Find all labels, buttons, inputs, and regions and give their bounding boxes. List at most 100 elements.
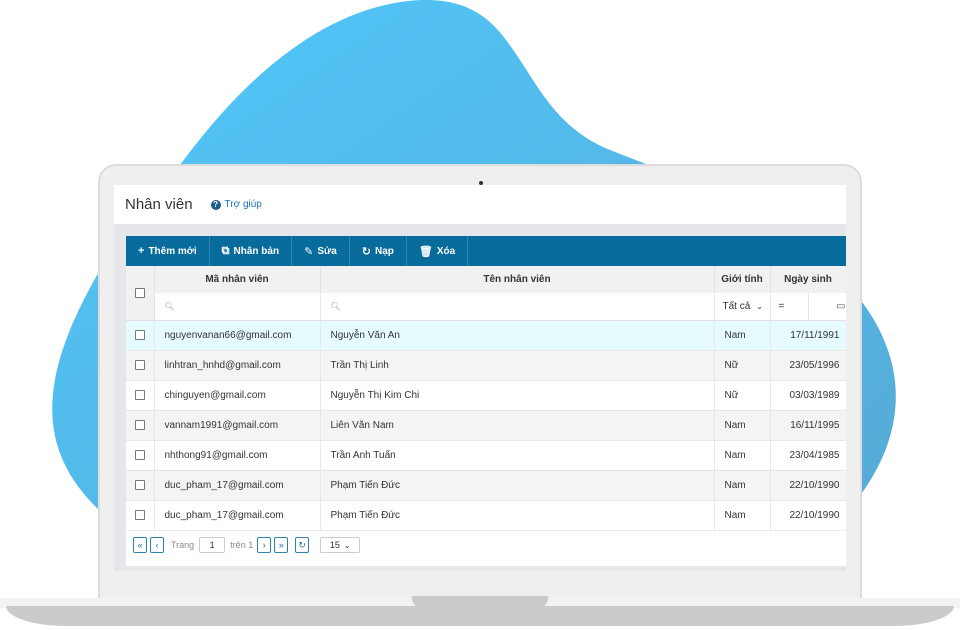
cell-name: Phạm Tiến Đức — [320, 500, 715, 531]
select-all-checkbox[interactable] — [134, 287, 145, 298]
page-size-value: 15 — [329, 540, 340, 550]
cell-name: Phạm Tiến Đức — [320, 470, 715, 501]
column-header-gender[interactable]: Giới tính — [714, 266, 771, 293]
page-total: trên 1 — [230, 540, 254, 550]
table-row[interactable]: vannam1991@gmail.com Liên Văn Nam Nam 16/11… — [126, 410, 846, 441]
page-title: Nhân viên — [125, 196, 193, 213]
app-screen: Nhân viên ? Trợ giúp + Thêm mới ⧉ Nhân b… — [114, 185, 846, 571]
code-filter[interactable]: 🔍︎ — [154, 293, 321, 321]
reload-label: Nạp — [375, 245, 394, 257]
page-size-select[interactable]: 15 ⌄ — [320, 537, 361, 553]
delete-button[interactable]: 🗑 Xóa — [407, 236, 469, 266]
calendar-icon[interactable]: ▭ — [836, 301, 845, 312]
row-checkbox-cell — [126, 320, 155, 351]
duplicate-label: Nhân bản — [233, 245, 280, 257]
refresh-button[interactable]: ↻ — [295, 537, 310, 553]
cell-dob: 16/11/1995 — [770, 410, 846, 441]
trash-icon: 🗑 — [418, 245, 433, 258]
duplicate-button[interactable]: ⧉ Nhân bản — [210, 236, 293, 266]
pencil-icon: ✎ — [304, 245, 314, 258]
row-checkbox-cell — [126, 380, 155, 411]
row-checkbox[interactable] — [134, 510, 145, 521]
employee-panel: + Thêm mới ⧉ Nhân bản ✎ Sửa ↻ Nạp 🗑 Xóa — [126, 236, 846, 566]
table-row[interactable]: chinguyen@gmail.com Nguyễn Thị Kim Chi Nữ 0… — [126, 380, 846, 411]
employee-grid: Mã nhân viên Tên nhân viên Giới tính Ngà… — [126, 266, 846, 531]
date-operator[interactable]: = — [779, 293, 809, 320]
help-label: Trợ giúp — [224, 199, 262, 210]
table-row[interactable]: linhtran_hnhd@gmail.com Trần Thị Linh Nữ 23… — [126, 350, 846, 381]
cell-dob: 23/05/1996 — [770, 350, 846, 381]
row-checkbox[interactable] — [134, 450, 145, 461]
pager: « ‹ Trang 1 trên 1 › » ↻ 15 ⌄ — [126, 530, 846, 560]
search-icon: 🔍︎ — [330, 302, 341, 311]
page-input[interactable]: 1 — [199, 537, 226, 553]
row-checkbox-cell — [126, 470, 155, 501]
cell-code: nguyenvanan66@gmail.com — [154, 320, 321, 351]
cell-dob: 23/04/1985 — [770, 440, 846, 471]
cell-gender: Nữ — [714, 380, 771, 411]
refresh-icon: ↻ — [361, 245, 372, 258]
cell-gender: Nam — [714, 470, 771, 501]
row-checkbox[interactable] — [134, 390, 145, 401]
row-checkbox[interactable] — [134, 330, 145, 341]
row-checkbox-cell — [126, 350, 155, 381]
table-row[interactable]: nguyenvanan66@gmail.com Nguyễn Văn An Nam 1… — [126, 320, 846, 351]
page-label: Trang — [171, 540, 195, 550]
row-checkbox[interactable] — [134, 360, 145, 371]
cell-code: nhthong91@gmail.com — [154, 440, 321, 471]
last-page-button[interactable]: » — [274, 537, 289, 553]
cell-dob: 22/10/1990 — [770, 500, 846, 531]
cell-code: chinguyen@gmail.com — [154, 380, 321, 411]
table-row[interactable]: duc_pham_17@gmail.com Phạm Tiến Đức Nam 22/… — [126, 470, 846, 501]
chevron-down-icon: ⌄ — [756, 302, 763, 311]
row-checkbox-cell — [126, 410, 155, 441]
cell-name: Liên Văn Nam — [320, 410, 715, 441]
row-checkbox[interactable] — [134, 420, 145, 431]
select-all-cell — [126, 266, 155, 321]
row-checkbox-cell — [126, 440, 155, 471]
cell-name: Trần Anh Tuấn — [320, 440, 715, 471]
cell-gender: Nam — [714, 500, 771, 531]
row-checkbox-cell — [126, 500, 155, 531]
reload-button[interactable]: ↻ Nạp — [350, 236, 407, 266]
column-header-name[interactable]: Tên nhân viên — [320, 266, 715, 293]
cell-gender: Nữ — [714, 350, 771, 381]
column-header-code[interactable]: Mã nhân viên — [154, 266, 321, 293]
cell-gender: Nam — [714, 320, 771, 351]
next-page-button[interactable]: › — [257, 537, 272, 553]
copy-icon: ⧉ — [221, 244, 230, 257]
table-row[interactable]: nhthong91@gmail.com Trần Anh Tuấn Nam 23/04… — [126, 440, 846, 471]
chevron-down-icon: ⌄ — [343, 540, 351, 550]
search-icon: 🔍︎ — [164, 302, 175, 311]
delete-label: Xóa — [436, 245, 456, 257]
column-header-dob[interactable]: Ngày sinh — [770, 266, 846, 293]
cell-dob: 22/10/1990 — [770, 470, 846, 501]
gender-filter-value: Tất cả — [722, 301, 751, 312]
help-link[interactable]: ? Trợ giúp — [210, 199, 262, 210]
cell-dob: 03/03/1989 — [770, 380, 846, 411]
cell-gender: Nam — [714, 410, 771, 441]
add-button[interactable]: + Thêm mới — [126, 236, 210, 266]
gender-filter[interactable]: Tất cả ⌄ — [714, 293, 771, 321]
add-label: Thêm mới — [148, 245, 197, 257]
name-filter[interactable]: 🔍︎ — [320, 293, 715, 321]
cell-code: linhtran_hnhd@gmail.com — [154, 350, 321, 381]
cell-code: duc_pham_17@gmail.com — [154, 470, 321, 501]
row-checkbox[interactable] — [134, 480, 145, 491]
dob-filter[interactable]: = ▭ — [770, 293, 846, 321]
cell-code: vannam1991@gmail.com — [154, 410, 321, 441]
table-row[interactable]: duc_pham_17@gmail.com Phạm Tiến Đức Nam 22/… — [126, 500, 846, 531]
question-circle-icon: ? — [210, 199, 221, 210]
cell-name: Nguyễn Văn An — [320, 320, 715, 351]
edit-button[interactable]: ✎ Sửa — [292, 236, 350, 266]
edit-label: Sửa — [317, 245, 337, 257]
plus-icon: + — [138, 245, 145, 257]
cell-dob: 17/11/1991 — [770, 320, 846, 351]
prev-page-button[interactable]: ‹ — [150, 537, 164, 553]
cell-gender: Nam — [714, 440, 771, 471]
cell-name: Nguyễn Thị Kim Chi — [320, 380, 715, 411]
laptop-base — [6, 606, 954, 626]
first-page-button[interactable]: « — [133, 537, 147, 553]
page-header: Nhân viên ? Trợ giúp — [114, 185, 846, 224]
cell-name: Trần Thị Linh — [320, 350, 715, 381]
